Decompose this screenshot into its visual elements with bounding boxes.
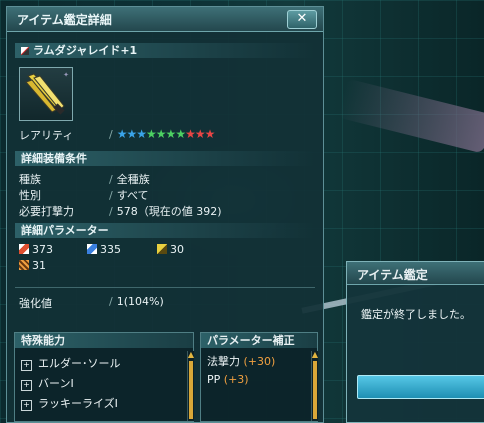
expand-icon[interactable]: + xyxy=(21,400,32,411)
rarity-star-icon: ★ xyxy=(175,127,186,141)
parameter-bonus-panel: パラメーター補正 法撃力 (+30) PP (+3) ▲ xyxy=(200,332,318,422)
scroll-up-arrow-icon[interactable]: ▲ xyxy=(187,351,195,359)
dialog-titlebar[interactable]: アイテム鑑定 xyxy=(347,262,484,285)
bonus-scrollbar[interactable]: ▲ xyxy=(311,351,318,421)
dialog-title: アイテム鑑定 xyxy=(357,268,428,282)
ok-button[interactable] xyxy=(357,375,484,399)
dexterity-icon xyxy=(19,260,29,270)
expand-icon[interactable]: + xyxy=(21,360,32,371)
window-title: アイテム鑑定詳細 xyxy=(17,13,112,27)
expand-icon[interactable]: + xyxy=(21,380,32,391)
item-name-header: ラムダジャレイド+1 xyxy=(15,43,315,58)
param-tech: 30 xyxy=(157,243,184,256)
rarity-star-icon: ★ xyxy=(155,127,167,141)
rarity-star-icon: ★ xyxy=(204,127,216,141)
scroll-thumb[interactable] xyxy=(189,361,193,419)
parameter-bonus-header: パラメーター補正 xyxy=(201,333,317,348)
close-button[interactable]: ✕ xyxy=(287,10,317,29)
grind-row: 強化値 /1(104%) xyxy=(19,295,164,310)
melee-attack-icon xyxy=(19,244,29,254)
rarity-label: レアリティ xyxy=(19,129,74,142)
special-abilities-panel: 特殊能力 + エルダー･ソール + バーンI + ラッキーライズI ▲ xyxy=(14,332,194,422)
scroll-up-arrow-icon[interactable]: ▲ xyxy=(311,351,319,359)
detail-parameters-header: 詳細パラメーター xyxy=(15,223,315,238)
requirement-row-strength: 必要打撃力 /578（現在の値 392) xyxy=(19,205,222,218)
bonus-item: 法撃力 (+30) xyxy=(207,355,276,368)
rarity-star-icon: ★ xyxy=(136,127,147,141)
bonus-item: PP (+3) xyxy=(207,373,249,386)
item-icon-box: ✦ xyxy=(19,67,73,121)
rarity-star-icon: ★ xyxy=(126,127,137,141)
param-ranged: 335 xyxy=(87,243,121,256)
ability-item[interactable]: + バーンI xyxy=(21,375,74,391)
rarity-star-icon: ★ xyxy=(185,127,196,141)
rarity-row: レアリティ / ★★★★★★★★★★ xyxy=(19,127,215,142)
requirement-row-gender: 性別 / すべて xyxy=(19,189,149,202)
param-melee: 373 xyxy=(19,243,53,256)
rarity-star-icon: ★ xyxy=(146,127,157,141)
grind-label: 強化値 xyxy=(19,297,52,310)
ability-item[interactable]: + ラッキーライズI xyxy=(21,395,118,411)
rarity-stars: ★★★★★★★★★★ xyxy=(117,127,216,141)
item-name: ラムダジャレイド+1 xyxy=(33,44,138,57)
abilities-scrollbar[interactable]: ▲ xyxy=(187,351,194,421)
ability-item[interactable]: + エルダー･ソール xyxy=(21,355,121,371)
appraisal-complete-dialog: アイテム鑑定 鑑定が終了しました。 xyxy=(346,261,484,423)
dialog-message: 鑑定が終了しました。 xyxy=(361,308,471,321)
ranged-attack-icon xyxy=(87,244,97,254)
equip-requirements-header: 詳細装備条件 xyxy=(15,151,315,166)
requirement-row-race: 種族 / 全種族 xyxy=(19,173,150,186)
special-abilities-header: 特殊能力 xyxy=(15,333,193,348)
rarity-star-icon: ★ xyxy=(194,127,206,141)
tech-attack-icon xyxy=(157,244,167,254)
scroll-thumb[interactable] xyxy=(313,361,317,419)
weapon-category-icon xyxy=(21,47,29,55)
param-dexterity: 31 xyxy=(19,259,46,272)
item-box-corner-mark: ✦ xyxy=(63,71,69,79)
grind-value: 1(104%) xyxy=(116,295,164,308)
window-titlebar[interactable]: アイテム鑑定詳細 ✕ xyxy=(7,7,323,32)
divider xyxy=(15,287,315,288)
rarity-star-icon: ★ xyxy=(165,127,177,141)
